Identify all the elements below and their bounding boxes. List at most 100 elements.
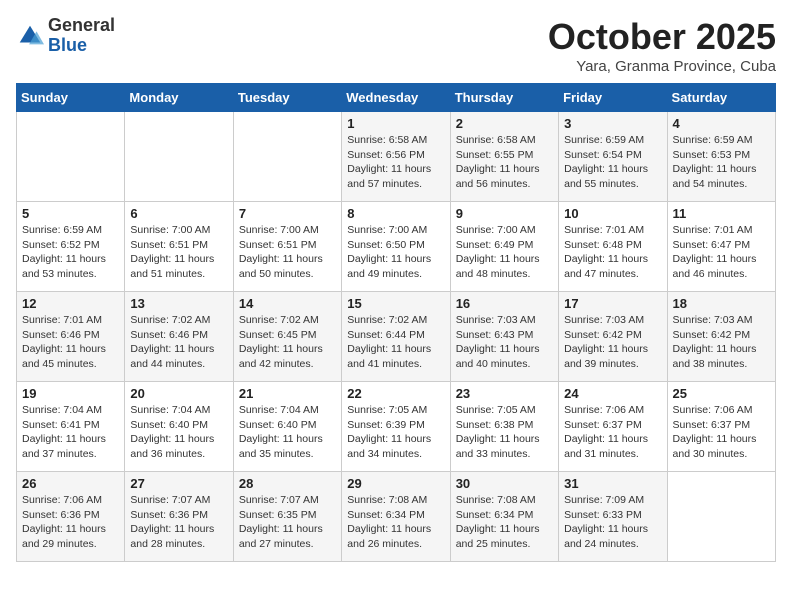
day-number: 9 bbox=[456, 206, 553, 221]
day-info: Sunrise: 7:02 AM Sunset: 6:45 PM Dayligh… bbox=[239, 313, 336, 372]
day-info: Sunrise: 6:58 AM Sunset: 6:56 PM Dayligh… bbox=[347, 133, 444, 192]
calendar-cell bbox=[233, 112, 341, 202]
weekday-header-friday: Friday bbox=[559, 84, 667, 112]
calendar-week-row: 1 Sunrise: 6:58 AM Sunset: 6:56 PM Daylig… bbox=[17, 112, 776, 202]
calendar-cell: 26 Sunrise: 7:06 AM Sunset: 6:36 PM Dayli… bbox=[17, 472, 125, 562]
day-info: Sunrise: 7:03 AM Sunset: 6:43 PM Dayligh… bbox=[456, 313, 553, 372]
logo-blue: Blue bbox=[48, 36, 115, 56]
calendar-cell: 12Sunrise: 7:01 AM Sunset: 6:46 PM Dayli… bbox=[17, 292, 125, 382]
calendar-cell: 22 Sunrise: 7:05 AM Sunset: 6:39 PM Dayli… bbox=[342, 382, 450, 472]
calendar-cell: 6Sunrise: 7:00 AM Sunset: 6:51 PM Daylig… bbox=[125, 202, 233, 292]
calendar-cell: 30 Sunrise: 7:08 AM Sunset: 6:34 PM Dayli… bbox=[450, 472, 558, 562]
day-number: 19 bbox=[22, 386, 119, 401]
day-number: 2 bbox=[456, 116, 553, 131]
calendar-cell: 17Sunrise: 7:03 AM Sunset: 6:42 PM Dayli… bbox=[559, 292, 667, 382]
calendar-cell bbox=[667, 472, 775, 562]
calendar-cell: 28Sunrise: 7:07 AM Sunset: 6:35 PM Dayli… bbox=[233, 472, 341, 562]
day-number: 24 bbox=[564, 386, 661, 401]
calendar-week-row: 19 Sunrise: 7:04 AM Sunset: 6:41 PM Dayli… bbox=[17, 382, 776, 472]
logo-general: General bbox=[48, 16, 115, 36]
weekday-header-wednesday: Wednesday bbox=[342, 84, 450, 112]
day-number: 20 bbox=[130, 386, 227, 401]
day-info: Sunrise: 7:06 AM Sunset: 6:37 PM Dayligh… bbox=[673, 403, 770, 462]
calendar-cell: 2 Sunrise: 6:58 AM Sunset: 6:55 PM Daylig… bbox=[450, 112, 558, 202]
calendar-cell: 3 Sunrise: 6:59 AM Sunset: 6:54 PM Daylig… bbox=[559, 112, 667, 202]
day-info: Sunrise: 6:58 AM Sunset: 6:55 PM Dayligh… bbox=[456, 133, 553, 192]
day-info: Sunrise: 7:04 AM Sunset: 6:41 PM Dayligh… bbox=[22, 403, 119, 462]
location: Yara, Granma Province, Cuba bbox=[548, 58, 776, 75]
weekday-header-row: SundayMondayTuesdayWednesdayThursdayFrid… bbox=[17, 84, 776, 112]
calendar-cell: 31Sunrise: 7:09 AM Sunset: 6:33 PM Dayli… bbox=[559, 472, 667, 562]
calendar-cell: 14 Sunrise: 7:02 AM Sunset: 6:45 PM Dayli… bbox=[233, 292, 341, 382]
day-number: 7 bbox=[239, 206, 336, 221]
calendar-week-row: 12Sunrise: 7:01 AM Sunset: 6:46 PM Dayli… bbox=[17, 292, 776, 382]
calendar-cell: 25 Sunrise: 7:06 AM Sunset: 6:37 PM Dayli… bbox=[667, 382, 775, 472]
day-info: Sunrise: 7:01 AM Sunset: 6:47 PM Dayligh… bbox=[673, 223, 770, 282]
calendar-week-row: 26 Sunrise: 7:06 AM Sunset: 6:36 PM Dayli… bbox=[17, 472, 776, 562]
calendar-cell: 19 Sunrise: 7:04 AM Sunset: 6:41 PM Dayli… bbox=[17, 382, 125, 472]
day-info: Sunrise: 7:04 AM Sunset: 6:40 PM Dayligh… bbox=[130, 403, 227, 462]
day-info: Sunrise: 7:01 AM Sunset: 6:48 PM Dayligh… bbox=[564, 223, 661, 282]
day-number: 17 bbox=[564, 296, 661, 311]
day-info: Sunrise: 7:09 AM Sunset: 6:33 PM Dayligh… bbox=[564, 493, 661, 552]
calendar-cell: 11 Sunrise: 7:01 AM Sunset: 6:47 PM Dayli… bbox=[667, 202, 775, 292]
day-info: Sunrise: 7:07 AM Sunset: 6:35 PM Dayligh… bbox=[239, 493, 336, 552]
calendar-cell: 8Sunrise: 7:00 AM Sunset: 6:50 PM Daylig… bbox=[342, 202, 450, 292]
day-number: 30 bbox=[456, 476, 553, 491]
day-info: Sunrise: 7:00 AM Sunset: 6:49 PM Dayligh… bbox=[456, 223, 553, 282]
day-number: 22 bbox=[347, 386, 444, 401]
calendar-cell: 10 Sunrise: 7:01 AM Sunset: 6:48 PM Dayli… bbox=[559, 202, 667, 292]
day-info: Sunrise: 6:59 AM Sunset: 6:52 PM Dayligh… bbox=[22, 223, 119, 282]
day-number: 26 bbox=[22, 476, 119, 491]
calendar-cell: 21Sunrise: 7:04 AM Sunset: 6:40 PM Dayli… bbox=[233, 382, 341, 472]
day-number: 13 bbox=[130, 296, 227, 311]
weekday-header-saturday: Saturday bbox=[667, 84, 775, 112]
day-number: 15 bbox=[347, 296, 444, 311]
calendar-cell: 20 Sunrise: 7:04 AM Sunset: 6:40 PM Dayli… bbox=[125, 382, 233, 472]
day-number: 8 bbox=[347, 206, 444, 221]
month-title: October 2025 bbox=[548, 16, 776, 58]
day-info: Sunrise: 6:59 AM Sunset: 6:53 PM Dayligh… bbox=[673, 133, 770, 192]
calendar-cell: 27 Sunrise: 7:07 AM Sunset: 6:36 PM Dayli… bbox=[125, 472, 233, 562]
day-info: Sunrise: 7:05 AM Sunset: 6:38 PM Dayligh… bbox=[456, 403, 553, 462]
day-info: Sunrise: 7:06 AM Sunset: 6:37 PM Dayligh… bbox=[564, 403, 661, 462]
day-number: 16 bbox=[456, 296, 553, 311]
calendar-cell: 18Sunrise: 7:03 AM Sunset: 6:42 PM Dayli… bbox=[667, 292, 775, 382]
day-number: 5 bbox=[22, 206, 119, 221]
day-info: Sunrise: 7:05 AM Sunset: 6:39 PM Dayligh… bbox=[347, 403, 444, 462]
day-number: 25 bbox=[673, 386, 770, 401]
day-number: 11 bbox=[673, 206, 770, 221]
day-number: 4 bbox=[673, 116, 770, 131]
day-info: Sunrise: 7:07 AM Sunset: 6:36 PM Dayligh… bbox=[130, 493, 227, 552]
day-number: 23 bbox=[456, 386, 553, 401]
day-number: 6 bbox=[130, 206, 227, 221]
calendar-cell: 4 Sunrise: 6:59 AM Sunset: 6:53 PM Daylig… bbox=[667, 112, 775, 202]
calendar-cell: 9 Sunrise: 7:00 AM Sunset: 6:49 PM Daylig… bbox=[450, 202, 558, 292]
weekday-header-thursday: Thursday bbox=[450, 84, 558, 112]
calendar-cell: 7Sunrise: 7:00 AM Sunset: 6:51 PM Daylig… bbox=[233, 202, 341, 292]
day-info: Sunrise: 7:08 AM Sunset: 6:34 PM Dayligh… bbox=[347, 493, 444, 552]
title-block: October 2025 Yara, Granma Province, Cuba bbox=[548, 16, 776, 75]
day-info: Sunrise: 6:59 AM Sunset: 6:54 PM Dayligh… bbox=[564, 133, 661, 192]
weekday-header-monday: Monday bbox=[125, 84, 233, 112]
day-number: 21 bbox=[239, 386, 336, 401]
day-info: Sunrise: 7:02 AM Sunset: 6:46 PM Dayligh… bbox=[130, 313, 227, 372]
day-info: Sunrise: 7:08 AM Sunset: 6:34 PM Dayligh… bbox=[456, 493, 553, 552]
logo: General Blue bbox=[16, 16, 115, 56]
day-number: 3 bbox=[564, 116, 661, 131]
day-number: 14 bbox=[239, 296, 336, 311]
day-number: 27 bbox=[130, 476, 227, 491]
day-number: 1 bbox=[347, 116, 444, 131]
calendar-week-row: 5 Sunrise: 6:59 AM Sunset: 6:52 PM Daylig… bbox=[17, 202, 776, 292]
calendar-cell bbox=[17, 112, 125, 202]
weekday-header-sunday: Sunday bbox=[17, 84, 125, 112]
day-number: 10 bbox=[564, 206, 661, 221]
weekday-header-tuesday: Tuesday bbox=[233, 84, 341, 112]
day-number: 18 bbox=[673, 296, 770, 311]
calendar-cell: 1 Sunrise: 6:58 AM Sunset: 6:56 PM Daylig… bbox=[342, 112, 450, 202]
calendar-cell: 16 Sunrise: 7:03 AM Sunset: 6:43 PM Dayli… bbox=[450, 292, 558, 382]
day-number: 29 bbox=[347, 476, 444, 491]
calendar-cell: 13 Sunrise: 7:02 AM Sunset: 6:46 PM Dayli… bbox=[125, 292, 233, 382]
logo-text: General Blue bbox=[48, 16, 115, 56]
day-info: Sunrise: 7:06 AM Sunset: 6:36 PM Dayligh… bbox=[22, 493, 119, 552]
